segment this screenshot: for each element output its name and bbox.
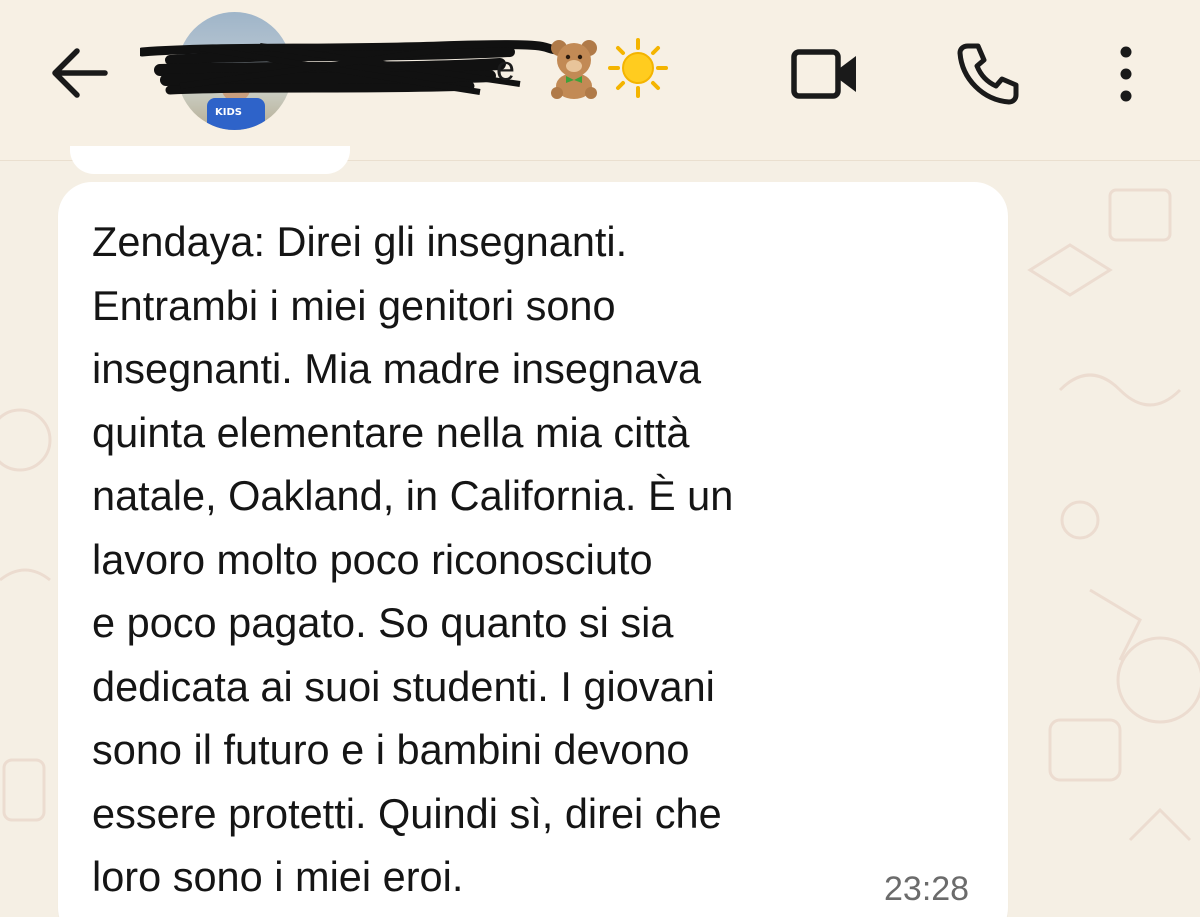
voice-call-button[interactable]	[950, 36, 1026, 112]
more-options-button[interactable]	[1088, 36, 1164, 112]
more-vertical-icon	[1120, 46, 1132, 102]
avatar-shirt-text: KIDS	[215, 107, 242, 118]
message-bubble[interactable]: Zendaya: Direi gli insegnanti. Entrambi …	[58, 182, 1008, 917]
video-camera-icon	[791, 49, 856, 99]
back-button[interactable]	[46, 40, 112, 106]
message-text: Zendaya: Direi gli insegnanti. Entrambi …	[92, 218, 734, 900]
teddy-bear-emoji-icon	[551, 40, 597, 99]
phone-icon	[957, 43, 1019, 105]
chat-screen: KIDS e Zendaya: Direi gli insegnanti. En…	[0, 0, 1200, 917]
arrow-left-icon	[52, 48, 108, 98]
message-timestamp: 23:28	[884, 870, 970, 908]
chat-header: KIDS e	[0, 0, 1200, 161]
previous-message-bubble[interactable]	[70, 146, 350, 174]
contact-name[interactable]: e	[496, 50, 515, 89]
sun-emoji-icon	[608, 38, 668, 98]
video-call-button[interactable]	[787, 36, 863, 112]
